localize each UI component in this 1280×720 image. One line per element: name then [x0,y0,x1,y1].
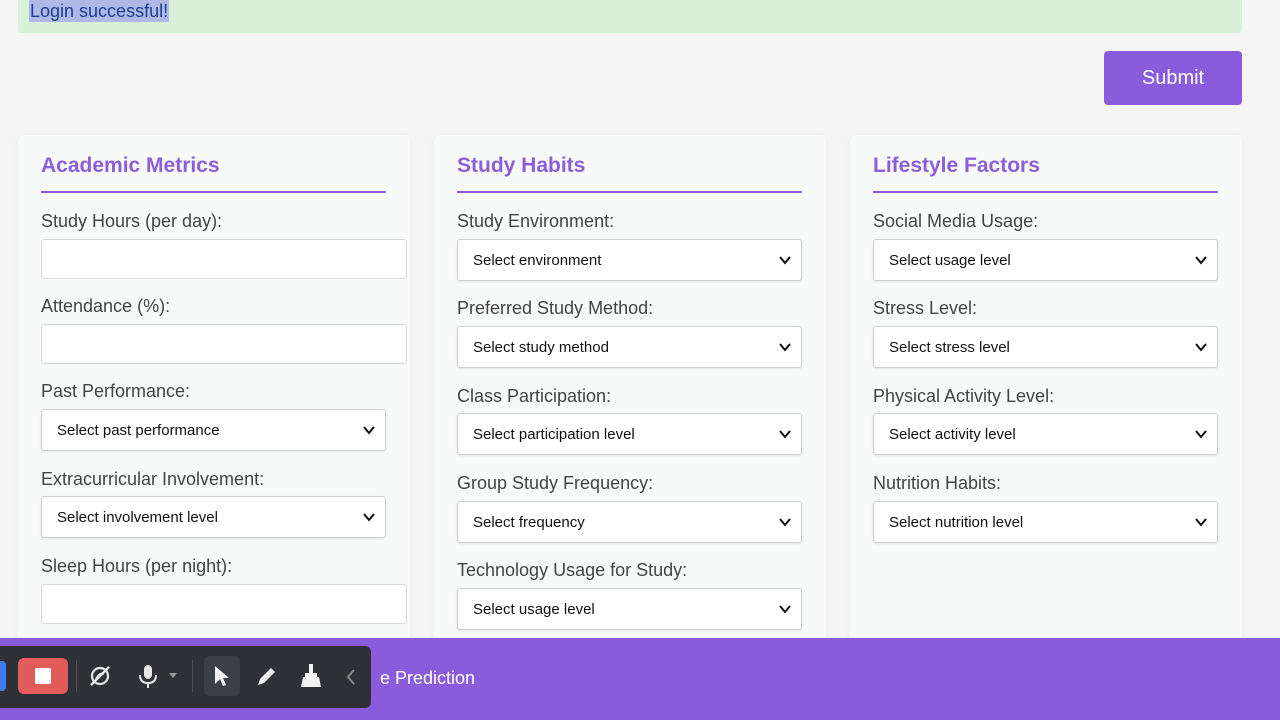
sleep-hours-input[interactable] [41,584,407,624]
past-performance-select[interactable]: Select past performance [41,409,386,451]
chevron-down-icon [779,256,791,265]
chevron-down-icon [779,343,791,352]
collapse-chevron-icon[interactable] [344,668,358,686]
submit-button[interactable]: Submit [1104,51,1242,105]
stress-level-label: Stress Level: [873,298,978,318]
academic-metrics-card: Academic Metrics Study Hours (per day): … [18,135,410,655]
group-study-select[interactable]: Select frequency [457,501,802,543]
chevron-down-icon [779,430,791,439]
toolbar-handle[interactable] [0,661,6,691]
physical-activity-select[interactable]: Select activity level [873,413,1218,455]
stop-recording-button[interactable] [18,658,68,694]
chevron-down-icon [779,605,791,614]
chevron-down-icon [363,426,375,435]
microphone-icon[interactable] [136,663,160,691]
study-habits-title: Study Habits [457,153,802,193]
broom-icon[interactable] [298,662,324,690]
study-habits-card: Study Habits Study Environment: Select e… [434,135,826,655]
academic-metrics-title: Academic Metrics [41,153,386,193]
study-method-select[interactable]: Select study method [457,326,802,368]
group-study-label: Group Study Frequency: [457,473,654,493]
pen-icon[interactable] [253,664,279,690]
study-environment-label: Study Environment: [457,211,615,231]
study-method-label: Preferred Study Method: [457,298,654,318]
study-hours-input[interactable] [41,239,407,279]
class-participation-value: Select participation level [473,426,635,443]
technology-usage-value: Select usage level [473,601,595,618]
stress-level-value: Select stress level [889,339,1010,356]
class-participation-label: Class Participation: [457,386,612,406]
class-participation-select[interactable]: Select participation level [457,413,802,455]
study-hours-label: Study Hours (per day): [41,211,223,231]
nutrition-habits-value: Select nutrition level [889,514,1024,531]
past-performance-label: Past Performance: [41,381,191,401]
cursor-arrow-icon [215,666,229,686]
camera-off-icon[interactable] [87,663,113,689]
chevron-down-icon [1195,430,1207,439]
extracurricular-label: Extracurricular Involvement: [41,469,265,489]
login-success-alert [18,0,1242,33]
technology-usage-select[interactable]: Select usage level [457,588,802,630]
lifestyle-factors-card: Lifestyle Factors Social Media Usage: Se… [850,135,1242,655]
physical-activity-value: Select activity level [889,426,1016,443]
sleep-hours-label: Sleep Hours (per night): [41,556,233,576]
group-study-value: Select frequency [473,514,585,531]
social-media-label: Social Media Usage: [873,211,1039,231]
dropdown-caret-icon[interactable] [168,672,178,680]
extracurricular-value: Select involvement level [57,509,218,526]
nutrition-habits-select[interactable]: Select nutrition level [873,501,1218,543]
technology-usage-label: Technology Usage for Study: [457,560,688,580]
social-media-value: Select usage level [889,252,1011,269]
attendance-label: Attendance (%): [41,296,171,316]
toolbar-divider [76,660,77,692]
social-media-select[interactable]: Select usage level [873,239,1218,281]
past-performance-value: Select past performance [57,422,220,439]
toolbar-divider [192,660,193,692]
chevron-down-icon [1195,518,1207,527]
chevron-down-icon [1195,343,1207,352]
study-environment-select[interactable]: Select environment [457,239,802,281]
attendance-input[interactable] [41,324,407,364]
chevron-down-icon [779,518,791,527]
alert-message: Login successful! [29,0,170,22]
stress-level-select[interactable]: Select stress level [873,326,1218,368]
chevron-down-icon [363,513,375,522]
chevron-down-icon [1195,256,1207,265]
extracurricular-select[interactable]: Select involvement level [41,496,386,538]
predict-button-label: e Prediction [380,668,476,688]
lifestyle-factors-title: Lifestyle Factors [873,153,1218,193]
study-method-value: Select study method [473,339,609,356]
nutrition-habits-label: Nutrition Habits: [873,473,1002,493]
physical-activity-label: Physical Activity Level: [873,386,1055,406]
stop-icon [35,668,51,684]
study-environment-value: Select environment [473,252,602,269]
